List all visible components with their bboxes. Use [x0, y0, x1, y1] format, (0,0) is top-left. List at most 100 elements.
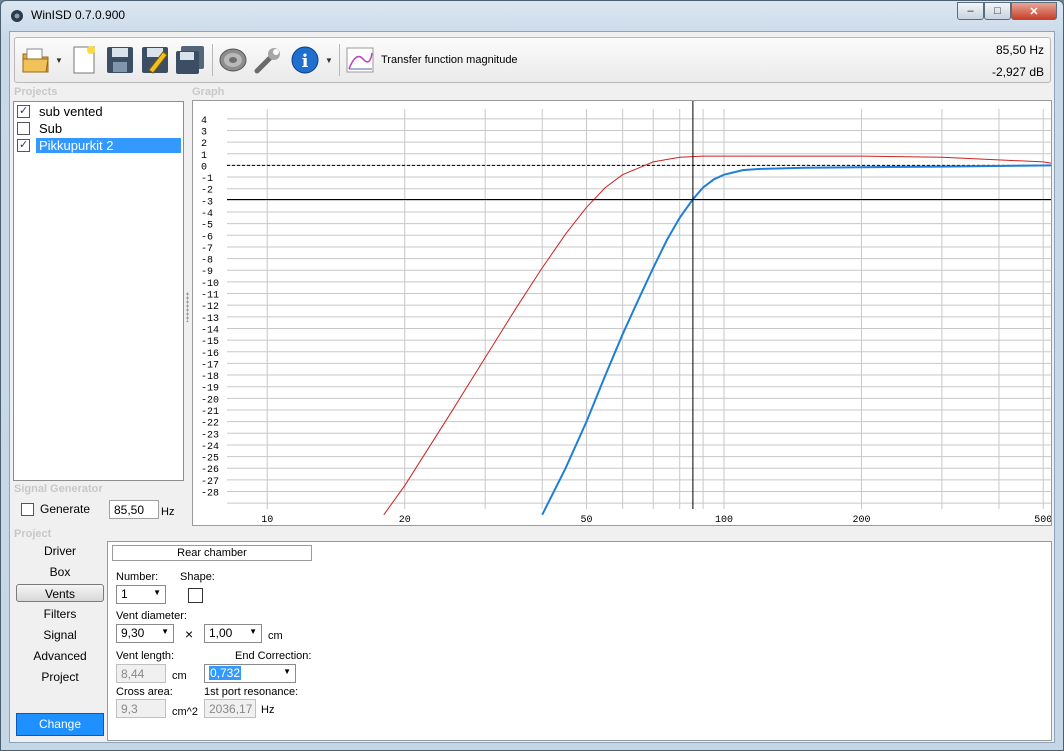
x-tick-label: 20 [399, 515, 411, 525]
y-tick-label: -22 [201, 419, 219, 430]
transfer-function-chart[interactable]: 43210-1-2-3-4-5-6-7-8-9-10-11-12-13-14-1… [193, 101, 1051, 525]
x-tick-label: 10 [261, 515, 273, 525]
info-icon[interactable]: i [288, 43, 322, 77]
x-tick-label: 50 [580, 515, 592, 525]
y-tick-label: -21 [201, 407, 219, 418]
y-tick-label: -26 [201, 465, 219, 476]
title-bar[interactable]: WinISD 0.7.0.900 – □ ✕ [1, 1, 1063, 29]
project-item-sub-vented[interactable]: sub vented [17, 103, 182, 119]
y-tick-label: -6 [201, 232, 213, 243]
port-resonance-label: 1st port resonance: [204, 686, 299, 698]
close-button[interactable]: ✕ [1011, 2, 1057, 20]
vent-diameter-select[interactable]: 9,30 ▼ [116, 624, 174, 643]
vent-diameter2-select[interactable]: 1,00 ▼ [204, 624, 262, 643]
nav-vents[interactable]: Vents [16, 584, 104, 602]
x-tick-label: 500 [1034, 515, 1051, 525]
generate-label: Generate [40, 502, 91, 516]
chevron-down-icon: ▼ [161, 627, 169, 636]
project-name: Sub [39, 120, 63, 136]
svg-text:i: i [302, 51, 309, 72]
splitter-handle[interactable] [186, 292, 189, 322]
project-checkbox[interactable] [17, 104, 30, 118]
speaker-icon[interactable] [216, 43, 250, 77]
vent-length-field[interactable]: 8,44 [116, 664, 166, 683]
y-tick-label: -27 [201, 477, 219, 488]
generate-checkbox[interactable] [21, 502, 34, 516]
nav-signal[interactable]: Signal [16, 626, 104, 644]
info-dropdown-icon[interactable]: ▼ [325, 56, 333, 65]
new-file-icon[interactable] [67, 43, 101, 77]
nav-advanced[interactable]: Advanced [16, 647, 104, 665]
project-checkbox[interactable] [17, 138, 30, 152]
graph-type-label[interactable]: Transfer function magnitude [381, 54, 518, 66]
y-tick-label: -24 [201, 442, 219, 453]
chevron-down-icon: ▼ [283, 667, 291, 676]
y-tick-label: -13 [201, 314, 219, 325]
shape-label: Shape: [180, 571, 215, 583]
chevron-down-icon: ▼ [249, 627, 257, 636]
y-tick-label: -25 [201, 454, 219, 465]
window-title: WinISD 0.7.0.900 [31, 8, 126, 22]
y-tick-label: -4 [201, 209, 213, 220]
y-tick-label: -12 [201, 302, 219, 313]
project-item-sub[interactable]: Sub [17, 120, 182, 136]
vents-properties-panel: Rear chamber Number: 1 ▼ Shape: Vent dia… [107, 541, 1052, 741]
nav-filters[interactable]: Filters [16, 605, 104, 623]
y-tick-label: -14 [201, 325, 219, 336]
number-select[interactable]: 1 ▼ [116, 585, 166, 604]
y-tick-label: 2 [201, 139, 207, 150]
nav-box[interactable]: Box [16, 563, 104, 581]
change-button[interactable]: Change [16, 713, 104, 736]
y-tick-label: -3 [201, 197, 213, 208]
rear-chamber-header[interactable]: Rear chamber [112, 545, 312, 561]
x-tick-label: 200 [852, 515, 870, 525]
minimize-button[interactable]: – [957, 2, 984, 20]
y-tick-label: -11 [201, 291, 219, 302]
frequency-readout: 85,50 Hz [995, 43, 1044, 57]
y-tick-label: -16 [201, 349, 219, 360]
nav-project[interactable]: Project [16, 668, 104, 686]
save-all-icon[interactable] [173, 43, 207, 77]
generate-row[interactable]: Generate [21, 502, 90, 516]
open-folder-icon[interactable] [19, 43, 53, 77]
shape-selector[interactable] [188, 588, 203, 603]
y-tick-label: -28 [201, 489, 219, 500]
cross-area-field[interactable]: 9,3 [116, 699, 166, 718]
projects-list[interactable]: sub vented Sub Pikkupurkit 2 [13, 101, 184, 481]
app-window: WinISD 0.7.0.900 – □ ✕ ▼ i ▼ Transfer fu… [0, 0, 1064, 751]
maximize-button[interactable]: □ [984, 2, 1011, 20]
projects-section-label: Projects [14, 86, 58, 98]
signal-generator-label: Signal Generator [14, 483, 103, 495]
y-tick-label: -10 [201, 279, 219, 290]
number-value: 1 [121, 587, 128, 601]
x-tick-label: 100 [715, 515, 733, 525]
save-as-icon[interactable] [138, 43, 172, 77]
toolbar: ▼ i ▼ Transfer function magnitude 85,50 … [14, 37, 1051, 83]
y-tick-label: -9 [201, 267, 213, 278]
project-checkbox[interactable] [17, 121, 30, 135]
y-tick-label: -19 [201, 384, 219, 395]
y-tick-label: 3 [201, 127, 207, 138]
save-icon[interactable] [103, 43, 137, 77]
cross-area-unit: cm^2 [172, 706, 198, 718]
x-axis-band [193, 510, 1051, 525]
cross-area-label: Cross area: [116, 686, 173, 698]
y-tick-label: -7 [201, 244, 213, 255]
generator-frequency-input[interactable]: 85,50 [109, 500, 159, 519]
graph-icon[interactable] [343, 43, 377, 77]
series-line-1 [383, 155, 1051, 516]
nav-driver[interactable]: Driver [16, 542, 104, 560]
length-unit: cm [172, 670, 187, 682]
graph-panel[interactable]: 4 3 2 1 0 -1 -2 -3 -4 -5 -6 -7 -8 -9 -10 -11 -12 -13 -14 -1… [192, 100, 1052, 526]
end-correction-select[interactable]: 0,732 ▼ [204, 664, 296, 683]
y-tick-label: -2 [201, 186, 213, 197]
project-item-pikkupurkit-2[interactable]: Pikkupurkit 2 [17, 137, 182, 153]
end-correction-value: 0,732 [209, 666, 242, 680]
port-resonance-field[interactable]: 2036,17 [204, 699, 256, 718]
wrench-icon[interactable] [251, 43, 285, 77]
y-tick-label: -15 [201, 337, 219, 348]
y-tick-label: -8 [201, 256, 213, 267]
project-name: sub vented [39, 103, 103, 119]
open-dropdown-icon[interactable]: ▼ [55, 56, 63, 65]
level-readout: -2,927 dB [991, 65, 1044, 79]
